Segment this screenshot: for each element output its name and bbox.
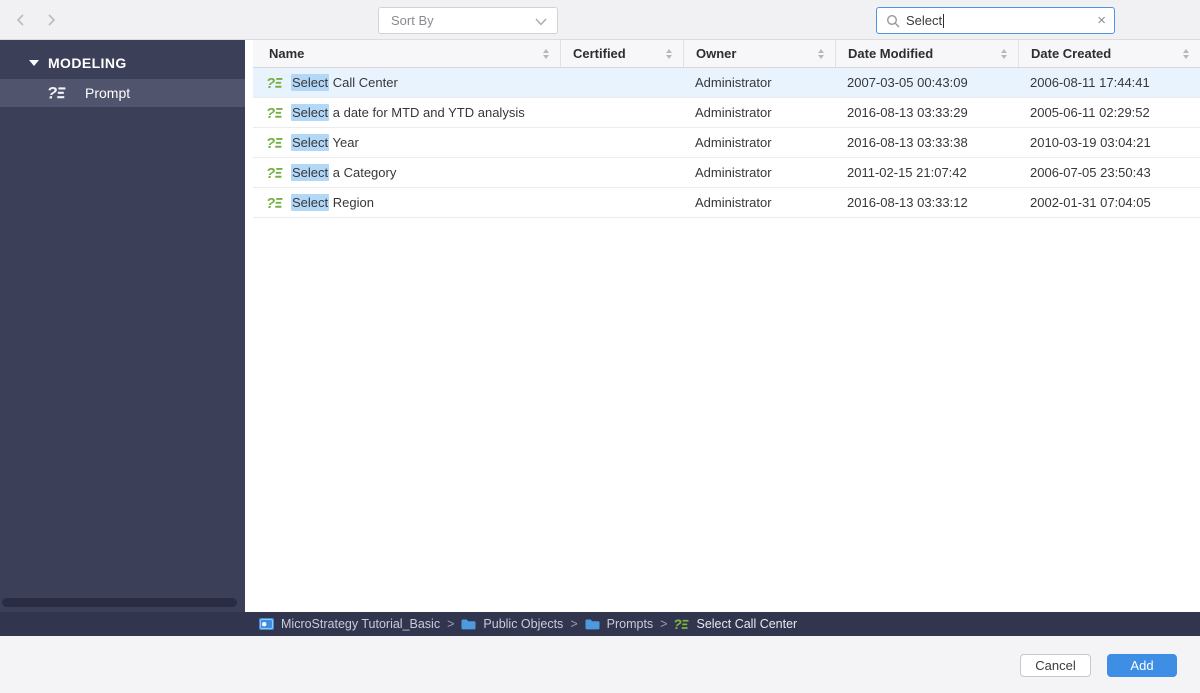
table-header: Name Certified Owner Date Modified Date … <box>253 40 1200 68</box>
breadcrumb-item-project[interactable]: MicroStrategy Tutorial_Basic <box>259 617 440 631</box>
prompt-icon <box>48 84 66 102</box>
breadcrumb-item-public-objects[interactable]: Public Objects <box>461 617 563 631</box>
column-header-owner[interactable]: Owner <box>683 40 835 67</box>
certified-cell <box>560 158 683 187</box>
table-row[interactable]: Select Region Administrator 2016-08-13 0… <box>253 188 1200 218</box>
column-header-name[interactable]: Name <box>253 40 560 67</box>
sidebar-section-modeling[interactable]: MODELING <box>0 49 245 77</box>
chevron-down-icon <box>535 18 547 26</box>
date-modified-cell: 2011-02-15 21:07:42 <box>835 158 1018 187</box>
dialog-footer: Cancel Add <box>0 636 1200 693</box>
breadcrumb-item-prompts[interactable]: Prompts <box>585 617 654 631</box>
prompt-icon <box>267 165 283 181</box>
search-match: Select <box>291 104 329 121</box>
collapse-triangle-icon <box>29 60 39 66</box>
search-input[interactable]: Select <box>906 13 942 28</box>
prompt-icon <box>267 195 283 211</box>
name-cell: Select a Category <box>253 158 560 187</box>
back-button[interactable] <box>14 13 28 27</box>
sort-by-label: Sort By <box>391 13 535 28</box>
text-caret <box>943 14 944 28</box>
prompt-icon <box>267 105 283 121</box>
search-match: Select <box>291 164 329 181</box>
certified-cell <box>560 128 683 157</box>
sort-arrows-icon[interactable] <box>543 49 549 59</box>
prompt-icon <box>674 617 689 632</box>
date-created-cell: 2006-07-05 23:50:43 <box>1018 158 1200 187</box>
project-icon <box>259 618 274 630</box>
object-name: Select Year <box>291 135 359 150</box>
horizontal-scrollbar[interactable] <box>2 598 237 607</box>
name-cell: Select a date for MTD and YTD analysis <box>253 98 560 127</box>
date-modified-cell: 2016-08-13 03:33:12 <box>835 188 1018 217</box>
sort-arrows-icon[interactable] <box>1001 49 1007 59</box>
object-name: Select Region <box>291 195 374 210</box>
chevron-right-icon <box>44 13 58 27</box>
cancel-button[interactable]: Cancel <box>1020 654 1091 677</box>
date-created-cell: 2006-08-11 17:44:41 <box>1018 68 1200 97</box>
prompt-icon <box>267 75 283 91</box>
sidebar-item-label: Prompt <box>85 85 130 101</box>
sidebar: MODELING Prompt <box>0 40 245 612</box>
date-created-cell: 2005-06-11 02:29:52 <box>1018 98 1200 127</box>
sort-arrows-icon[interactable] <box>818 49 824 59</box>
folder-icon <box>585 618 600 630</box>
sort-arrows-icon[interactable] <box>666 49 672 59</box>
owner-cell: Administrator <box>683 128 835 157</box>
breadcrumb: MicroStrategy Tutorial_Basic > Public Ob… <box>0 612 1200 636</box>
search-match: Select <box>291 134 329 151</box>
sidebar-section-label: MODELING <box>48 55 127 71</box>
sidebar-item-prompt[interactable]: Prompt <box>0 79 245 107</box>
table-row[interactable]: Select Year Administrator 2016-08-13 03:… <box>253 128 1200 158</box>
table-row[interactable]: Select a Category Administrator 2011-02-… <box>253 158 1200 188</box>
clear-search-icon[interactable]: × <box>1097 13 1106 28</box>
date-modified-cell: 2016-08-13 03:33:38 <box>835 128 1018 157</box>
sort-arrows-icon[interactable] <box>1183 49 1189 59</box>
object-table: Name Certified Owner Date Modified Date … <box>253 40 1200 612</box>
breadcrumb-item-current[interactable]: Select Call Center <box>674 617 797 632</box>
prompt-icon <box>267 135 283 151</box>
column-header-date-modified[interactable]: Date Modified <box>835 40 1018 67</box>
date-created-cell: 2002-01-31 07:04:05 <box>1018 188 1200 217</box>
breadcrumb-separator: > <box>660 617 667 631</box>
top-toolbar: Sort By Select × <box>0 0 1200 40</box>
name-cell: Select Call Center <box>253 68 560 97</box>
sort-by-dropdown[interactable]: Sort By <box>378 7 558 34</box>
chevron-left-icon <box>14 13 28 27</box>
breadcrumb-separator: > <box>447 617 454 631</box>
search-box[interactable]: Select × <box>876 7 1115 34</box>
search-match: Select <box>291 194 329 211</box>
certified-cell <box>560 188 683 217</box>
owner-cell: Administrator <box>683 188 835 217</box>
add-button[interactable]: Add <box>1107 654 1177 677</box>
owner-cell: Administrator <box>683 98 835 127</box>
folder-icon <box>461 618 476 630</box>
date-modified-cell: 2016-08-13 03:33:29 <box>835 98 1018 127</box>
table-row[interactable]: Select Call Center Administrator 2007-03… <box>253 68 1200 98</box>
vertical-scrollbar-track[interactable] <box>245 40 253 612</box>
certified-cell <box>560 98 683 127</box>
object-name: Select a date for MTD and YTD analysis <box>291 105 525 120</box>
table-row[interactable]: Select a date for MTD and YTD analysis A… <box>253 98 1200 128</box>
object-name: Select a Category <box>291 165 396 180</box>
column-header-certified[interactable]: Certified <box>560 40 683 67</box>
owner-cell: Administrator <box>683 68 835 97</box>
date-created-cell: 2010-03-19 03:04:21 <box>1018 128 1200 157</box>
column-header-date-created[interactable]: Date Created <box>1018 40 1200 67</box>
search-icon <box>886 14 900 28</box>
name-cell: Select Year <box>253 128 560 157</box>
breadcrumb-separator: > <box>570 617 577 631</box>
object-name: Select Call Center <box>291 75 398 90</box>
owner-cell: Administrator <box>683 158 835 187</box>
name-cell: Select Region <box>253 188 560 217</box>
search-match: Select <box>291 74 329 91</box>
certified-cell <box>560 68 683 97</box>
forward-button[interactable] <box>44 13 58 27</box>
date-modified-cell: 2007-03-05 00:43:09 <box>835 68 1018 97</box>
